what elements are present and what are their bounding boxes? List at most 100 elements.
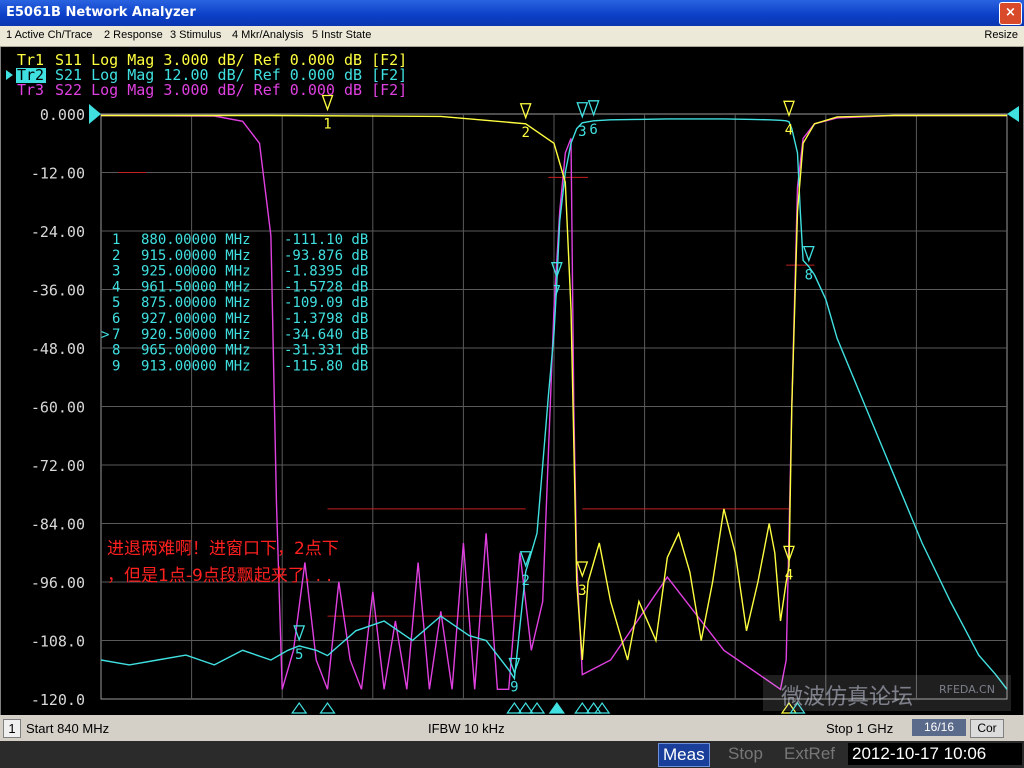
marker-number: 9 [510, 680, 518, 696]
ref-arrow-left [89, 104, 101, 124]
marker-table-value: -31.331 dB [284, 343, 368, 359]
marker-4: 4 [783, 100, 795, 138]
plot-grid [100, 113, 1008, 700]
meas-status: Meas [658, 743, 710, 767]
marker-table-freq: 880.00000 MHz [141, 232, 251, 248]
marker-table-value: -1.8395 dB [284, 264, 368, 280]
y-tick-label: -72.00 [31, 457, 85, 475]
stimulus-marker [319, 701, 336, 714]
y-tick-label: -60.00 [31, 399, 85, 417]
menu-response[interactable]: 2 Response [104, 29, 163, 41]
marker-table-row: 9 913.00000 MHz -115.80 dB [112, 358, 368, 374]
marker-table-num: 4 [112, 279, 120, 295]
trace-header-id: Tr3 [17, 81, 44, 99]
marker-number: 4 [785, 567, 793, 583]
marker-table-freq: 875.00000 MHz [141, 295, 251, 311]
marker-number: 2 [521, 125, 529, 141]
marker-triangle [783, 100, 795, 118]
marker-table-freq: 913.00000 MHz [141, 358, 251, 374]
annotation-line-1: 进退两难啊！进窗口下，2点下 [107, 539, 339, 559]
marker-number: 4 [785, 122, 793, 138]
annotation: 进退两难啊！进窗口下，2点下 ，但是1点-9点段飘起来了. . . [107, 539, 339, 586]
clock: 2012-10-17 10:06 [848, 743, 1022, 765]
marker-table-freq: 965.00000 MHz [141, 343, 251, 359]
marker-table-row: 8 965.00000 MHz -31.331 dB [112, 343, 368, 359]
marker-table-num: 7 [112, 327, 120, 343]
watermark: 微波仿真论坛 RFEDA.CN [763, 675, 1011, 711]
marker-number: 5 [295, 647, 303, 663]
stimulus-marker [548, 701, 565, 714]
marker-table-row: 2 915.00000 MHz -93.876 dB [112, 248, 368, 264]
trace-headers: Tr1 S11 Log Mag 3.000 dB/ Ref 0.000 dB [F… [6, 51, 407, 99]
marker-table-num: 2 [112, 248, 120, 264]
marker-number: 8 [805, 268, 813, 284]
y-tick-label: -12.00 [31, 165, 85, 183]
menu-instr-state[interactable]: 5 Instr State [312, 29, 371, 41]
close-button[interactable]: × [999, 2, 1022, 25]
y-tick-label: -48.00 [31, 340, 85, 358]
marker-table-num: 9 [112, 358, 120, 374]
marker-2: 2 [519, 103, 532, 141]
network-analyzer-chart: 0.000 -12.00 -24.00 -36.00 -48.00 -60.00 -72.0… [6, 51, 1019, 714]
menu-stimulus[interactable]: 3 Stimulus [170, 29, 221, 41]
marker-triangle [519, 103, 532, 120]
marker-5: 5 [293, 625, 306, 663]
marker-triangle [576, 561, 589, 578]
marker-table-value: -109.09 dB [284, 295, 368, 311]
marker-table-row: 4 961.50000 MHz -1.5728 dB [112, 279, 368, 295]
watermark-text: 微波仿真论坛 [781, 685, 913, 710]
instrument-status-bar: Meas Stop ExtRef 2012-10-17 10:06 [0, 741, 1024, 768]
marker-number: 6 [589, 122, 597, 138]
y-tick-label: -24.00 [31, 223, 85, 241]
start-frequency[interactable]: Start 840 MHz [26, 721, 109, 736]
stimulus-marker [291, 701, 308, 714]
marker-table-value: -1.5728 dB [284, 279, 368, 295]
marker-number: 2 [521, 573, 529, 589]
extref-status: ExtRef [784, 744, 836, 763]
marker-table-row: 3 925.00000 MHz -1.8395 dB [112, 264, 368, 280]
y-tick-label: -108.0 [31, 633, 85, 651]
marker-table-row: 5 875.00000 MHz -109.09 dB [112, 295, 368, 311]
marker-table-freq: 927.00000 MHz [141, 311, 251, 327]
marker-table-freq: 915.00000 MHz [141, 248, 251, 264]
marker-table-freq: 961.50000 MHz [141, 279, 251, 295]
marker-3: 3 [576, 102, 589, 140]
marker-number: 1 [323, 116, 331, 132]
marker-table-num: 5 [112, 295, 120, 311]
marker-table-num: 8 [112, 343, 120, 359]
y-tick-label: -120.0 [31, 691, 85, 709]
marker-triangle [576, 102, 589, 119]
marker-6: 6 [587, 100, 600, 138]
marker-table-value: -34.640 dB [284, 327, 368, 343]
menu-mkr-analysis[interactable]: 4 Mkr/Analysis [232, 29, 304, 41]
marker-table-value: -115.80 dB [284, 358, 368, 374]
menu-active-ch-trace[interactable]: 1 Active Ch/Trace [6, 29, 92, 41]
y-tick-label: -84.00 [31, 516, 85, 534]
stop-status: Stop [728, 744, 763, 763]
y-tick-label: -36.00 [31, 282, 85, 300]
menu-bar: 1 Active Ch/Trace 2 Response 3 Stimulus … [0, 26, 1024, 47]
correction-indicator[interactable]: Cor [970, 719, 1004, 738]
ifbw-value[interactable]: IFBW 10 kHz [428, 721, 505, 736]
resize-button[interactable]: Resize [984, 29, 1018, 41]
title-bar: E5061B Network Analyzer × [0, 0, 1024, 26]
y-tick-label: 0.000 [40, 106, 85, 124]
channel-number[interactable]: 1 [3, 719, 21, 738]
active-marker-pointer: > [101, 327, 109, 343]
window-title: E5061B Network Analyzer [6, 5, 196, 20]
active-trace-pointer [6, 70, 13, 80]
marker-table-value: -93.876 dB [284, 248, 368, 264]
marker-table-freq: 925.00000 MHz [141, 264, 251, 280]
annotation-line-2: ，但是1点-9点段飘起来了. . . [107, 566, 332, 586]
marker-table-num: 6 [112, 311, 120, 327]
instrument-screen: 0.000 -12.00 -24.00 -36.00 -48.00 -60.00 -72.0… [0, 47, 1024, 715]
marker-table-value: -1.3798 dB [284, 311, 368, 327]
marker-table-row: 6 927.00000 MHz -1.3798 dB [112, 311, 368, 327]
channel-status-bar: 1 Start 840 MHz IFBW 10 kHz Stop 1 GHz 1… [0, 716, 1024, 740]
marker-table: 1 880.00000 MHz -111.10 dB 2 915.00000 MHz -9… [101, 232, 368, 374]
watermark-url: RFEDA.CN [939, 683, 995, 696]
y-tick-label: -96.00 [31, 574, 85, 592]
stop-frequency[interactable]: Stop 1 GHz [826, 721, 893, 736]
trace-header-text: S22 Log Mag 3.000 dB/ Ref 0.000 dB [F2] [55, 81, 407, 99]
marker-table-num: 3 [112, 264, 120, 280]
